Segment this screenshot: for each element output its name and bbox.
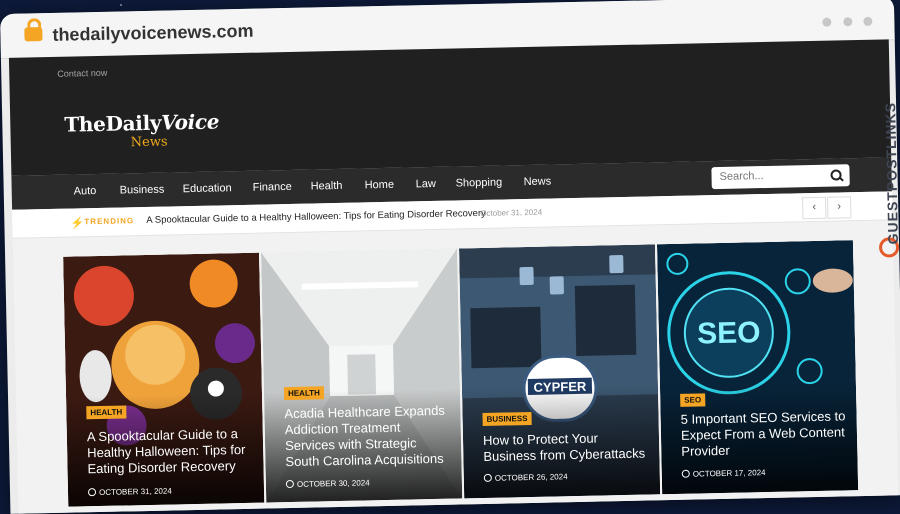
clock-icon [87, 488, 97, 497]
card-date-text: OCTOBER 17, 2024 [692, 468, 766, 479]
article-card[interactable]: HEALTH A Spooktacular Guide to a Healthy… [63, 252, 265, 507]
category-badge[interactable]: HEALTH [86, 405, 127, 420]
chevron-right-icon[interactable]: › [827, 196, 852, 219]
article-card[interactable]: CYPFER BUSINESS How to Protect Your Busi… [459, 244, 661, 499]
category-badge[interactable]: HEALTH [283, 386, 324, 401]
card-title[interactable]: A Spooktacular Guide to a Healthy Hallow… [87, 426, 254, 477]
lock-icon [24, 27, 43, 42]
watermark-text: GUESTPOSTLINKS [882, 101, 900, 245]
search-icon[interactable] [830, 169, 842, 181]
nav-item-health[interactable]: Health [311, 180, 343, 193]
card-date: OCTOBER 30, 2024 [285, 478, 370, 489]
card-date-text: OCTOBER 31, 2024 [98, 486, 172, 498]
logo-word-voice: Voice [160, 109, 220, 135]
card-date: OCTOBER 17, 2024 [681, 468, 766, 479]
card-title[interactable]: 5 Important SEO Services to Expect From … [680, 408, 847, 459]
search-input[interactable] [719, 168, 828, 183]
nav-item-education[interactable]: Education [183, 182, 232, 195]
card-date: OCTOBER 26, 2024 [483, 472, 568, 483]
contact-link[interactable]: Contact now [57, 68, 107, 79]
nav-item-law[interactable]: Law [416, 178, 436, 190]
clock-icon [285, 479, 294, 489]
lightning-icon: ⚡ [70, 217, 85, 230]
trending-label: TRENDING [84, 216, 135, 227]
site-logo[interactable]: TheDailyVoice [64, 109, 219, 136]
article-card[interactable]: HEALTH Acadia Healthcare Expands Addicti… [261, 248, 463, 503]
clock-icon [681, 469, 690, 478]
card-title[interactable]: How to Protect Your Business from Cybera… [483, 430, 650, 465]
nav-item-home[interactable]: Home [365, 179, 395, 192]
category-badge[interactable]: SEO [680, 393, 706, 407]
card-date-text: OCTOBER 30, 2024 [296, 478, 370, 489]
trending-date: October 31, 2024 [480, 207, 543, 218]
card-date-text: OCTOBER 26, 2024 [494, 472, 568, 483]
site-header: Contact now TheDailyVoice News [8, 39, 892, 176]
card-date: OCTOBER 31, 2024 [87, 486, 172, 498]
trending-headline[interactable]: A Spooktacular Guide to a Healthy Hallow… [146, 208, 486, 226]
nav-item-news[interactable]: News [524, 175, 552, 188]
chevron-left-icon[interactable]: ‹ [802, 196, 827, 220]
seo-hologram-text: SEO [697, 316, 761, 350]
browser-window: thedailyvoicenews.com Contact now TheDai… [0, 0, 900, 514]
featured-cards: HEALTH A Spooktacular Guide to a Healthy… [63, 240, 862, 507]
article-card[interactable]: SEO SEO 5 Important SEO Services to Expe… [656, 240, 859, 495]
logo-subtitle: News [130, 134, 168, 151]
nav-item-shopping[interactable]: Shopping [456, 177, 503, 190]
window-dot-icon[interactable] [863, 16, 873, 26]
background-dot [120, 4, 122, 6]
window-dot-icon[interactable] [822, 17, 832, 27]
window-controls [815, 13, 873, 32]
nav-item-finance[interactable]: Finance [253, 181, 292, 194]
logo-word-daily: Daily [105, 110, 162, 136]
guestpostlinks-watermark: GUESTPOSTLINKS [871, 39, 900, 279]
clock-icon [483, 473, 492, 482]
card-title[interactable]: Acadia Healthcare Expands Addiction Trea… [284, 403, 451, 470]
website: Contact now TheDailyVoice News Auto Busi… [8, 39, 899, 514]
search-box[interactable] [711, 164, 850, 190]
nav-item-business[interactable]: Business [120, 184, 165, 197]
category-badge[interactable]: BUSINESS [482, 411, 532, 426]
logo-word-the: The [64, 111, 106, 137]
window-dot-icon[interactable] [842, 17, 852, 27]
url-text[interactable]: thedailyvoicenews.com [52, 21, 253, 46]
nav-item-auto[interactable]: Auto [74, 185, 97, 197]
